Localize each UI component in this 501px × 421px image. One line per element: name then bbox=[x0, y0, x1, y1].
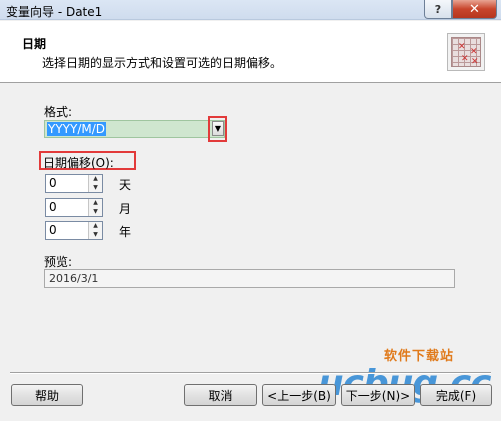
offset-label: 日期偏移(O): bbox=[43, 156, 114, 170]
spin-up-icon[interactable]: ▲ bbox=[89, 222, 102, 231]
offset-year-stepper[interactable]: 0 ▲ ▼ bbox=[45, 221, 103, 240]
window-title: 变量向导 - Date1 bbox=[6, 5, 103, 19]
page-title: 日期 bbox=[22, 37, 47, 51]
offset-month-unit: 月 bbox=[119, 202, 132, 216]
format-label: 格式: bbox=[44, 105, 73, 119]
offset-day-value: 0 bbox=[49, 176, 57, 190]
spin-up-icon[interactable]: ▲ bbox=[89, 199, 102, 208]
spin-down-icon[interactable]: ▼ bbox=[89, 231, 102, 240]
close-icon: ✕ bbox=[469, 1, 480, 17]
help-button[interactable]: 帮助 bbox=[11, 384, 83, 406]
spin-up-icon[interactable]: ▲ bbox=[89, 175, 102, 184]
help-title-button[interactable]: ? bbox=[424, 0, 452, 19]
question-icon: ? bbox=[434, 2, 442, 16]
grid-icon: ✕ ✕ ✕ ✕ bbox=[451, 37, 481, 67]
chevron-down-icon: ▼ bbox=[214, 124, 222, 133]
offset-month-value: 0 bbox=[49, 200, 57, 214]
wizard-icon: ✕ ✕ ✕ ✕ bbox=[447, 33, 485, 71]
format-dropdown[interactable]: YYYY/M/D bbox=[44, 120, 225, 138]
cancel-button[interactable]: 取消 bbox=[184, 384, 257, 406]
offset-day-unit: 天 bbox=[119, 178, 132, 192]
offset-day-stepper[interactable]: 0 ▲ ▼ bbox=[45, 174, 103, 193]
divider bbox=[10, 372, 491, 374]
finish-button[interactable]: 完成(F) bbox=[420, 384, 492, 406]
offset-year-unit: 年 bbox=[119, 225, 132, 239]
back-button[interactable]: <上一步(B) bbox=[262, 384, 336, 406]
spin-down-icon[interactable]: ▼ bbox=[89, 208, 102, 217]
spin-down-icon[interactable]: ▼ bbox=[89, 184, 102, 193]
page-subtitle: 选择日期的显示方式和设置可选的日期偏移。 bbox=[42, 56, 283, 70]
next-button[interactable]: 下一步(N)> bbox=[341, 384, 415, 406]
offset-year-value: 0 bbox=[49, 223, 57, 237]
preview-value: 2016/3/1 bbox=[49, 272, 99, 285]
preview-label: 预览: bbox=[44, 255, 73, 269]
format-selected-value: YYYY/M/D bbox=[47, 122, 106, 136]
close-button[interactable]: ✕ bbox=[452, 0, 497, 19]
wizard-header: 日期 选择日期的显示方式和设置可选的日期偏移。 ✕ ✕ ✕ ✕ bbox=[0, 21, 501, 83]
highlight-box-dropdown: ▼ bbox=[208, 116, 227, 142]
dropdown-arrow-button[interactable]: ▼ bbox=[212, 121, 224, 136]
watermark-site-name: 软件下载站 bbox=[384, 349, 455, 364]
preview-field: 2016/3/1 bbox=[44, 269, 455, 288]
title-bar: 变量向导 - Date1 ? ✕ bbox=[0, 0, 501, 20]
offset-month-stepper[interactable]: 0 ▲ ▼ bbox=[45, 198, 103, 217]
